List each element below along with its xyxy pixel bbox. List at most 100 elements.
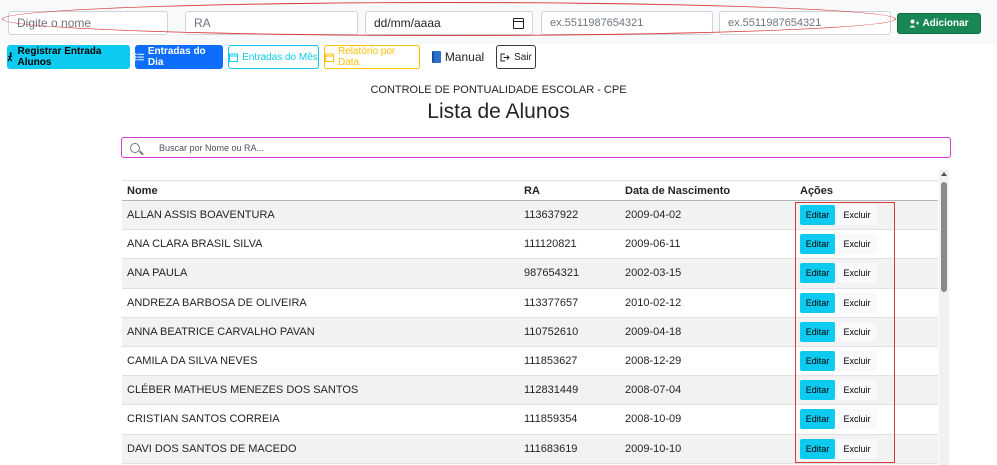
birthdate-placeholder: dd/mm/aaaa bbox=[374, 16, 441, 30]
month-entries-button[interactable]: Entradas do Mês bbox=[228, 45, 319, 69]
edit-button[interactable]: Editar bbox=[800, 263, 835, 284]
manual-label: Manual bbox=[444, 50, 485, 64]
month-entries-label: Entradas do Mês bbox=[242, 51, 318, 63]
cell-birthdate: 2010-02-12 bbox=[625, 296, 682, 309]
table-row: ALLAN ASSIS BOAVENTURA 113637922 2009-04-0… bbox=[122, 201, 938, 231]
table-row: ANA CLARA BRASIL SILVA 111120821 2009-06-1… bbox=[122, 230, 938, 260]
cell-birthdate: 2008-10-09 bbox=[625, 413, 682, 426]
student-form-bar: Digite o nome RA dd/mm/aaaa ex.551198765… bbox=[0, 0, 997, 44]
cell-ra: 113637922 bbox=[524, 209, 579, 222]
edit-button[interactable]: Editar bbox=[800, 321, 835, 342]
add-button[interactable]: Adicionar bbox=[897, 13, 981, 34]
ra-input[interactable]: RA bbox=[185, 11, 358, 35]
cell-birthdate: 2002-03-15 bbox=[625, 267, 682, 280]
cell-name: CAMILA DA SILVA NEVES bbox=[127, 355, 258, 368]
delete-button[interactable]: Excluir bbox=[837, 205, 877, 226]
cell-actions: Editar Excluir bbox=[795, 205, 938, 226]
table-row: CLÉBER MATHEUS MENEZES DOS SANTOS 1128314… bbox=[122, 376, 938, 406]
phone2-input[interactable]: ex.5511987654321 bbox=[719, 11, 891, 35]
calendar-icon bbox=[229, 53, 239, 62]
table-row: ANA PAULA 987654321 2002-03-15 Editar Exclui… bbox=[122, 259, 938, 289]
today-entries-button[interactable]: Entradas do Dia bbox=[135, 45, 223, 69]
cell-ra: 111859354 bbox=[524, 413, 578, 426]
register-entry-label: Registrar Entrada Alunos bbox=[17, 46, 102, 68]
edit-button[interactable]: Editar bbox=[800, 205, 835, 226]
report-by-date-label: Relatório por Data bbox=[337, 46, 396, 68]
delete-button[interactable]: Excluir bbox=[837, 380, 877, 401]
manual-button[interactable]: Manual bbox=[426, 45, 490, 69]
column-header-actions: Ações bbox=[800, 184, 834, 197]
table-row: ANDREZA BARBOSA DE OLIVEIRA 113377657 2010… bbox=[122, 289, 938, 318]
cell-actions: Editar Excluir bbox=[795, 234, 938, 255]
cell-actions: Editar Excluir bbox=[795, 438, 938, 459]
delete-button[interactable]: Excluir bbox=[837, 409, 877, 430]
person-plus-icon bbox=[909, 19, 920, 28]
cell-birthdate: 2008-12-29 bbox=[625, 355, 682, 368]
cell-name: ALLAN ASSIS BOAVENTURA bbox=[127, 209, 275, 222]
calendar-icon[interactable] bbox=[513, 17, 524, 29]
cell-actions: Editar Excluir bbox=[795, 351, 938, 372]
cell-name: ANDREZA BARBOSA DE OLIVEIRA bbox=[127, 296, 307, 309]
delete-button[interactable]: Excluir bbox=[837, 321, 877, 342]
delete-button[interactable]: Excluir bbox=[837, 438, 877, 459]
table-row: CRISTIAN SANTOS CORREIA 111859354 2008-10-… bbox=[122, 405, 938, 435]
phone1-input[interactable]: ex.5511987654321 bbox=[541, 11, 713, 35]
column-header-birthdate: Data de Nascimento bbox=[625, 184, 731, 197]
search-icon bbox=[130, 142, 140, 153]
scroll-thumb[interactable] bbox=[941, 182, 947, 292]
report-by-date-button[interactable]: Relatório por Data bbox=[324, 45, 420, 69]
logout-icon bbox=[500, 53, 510, 61]
cell-birthdate: 2008-07-04 bbox=[625, 384, 682, 397]
cell-name: ANA CLARA BRASIL SILVA bbox=[127, 238, 263, 251]
cell-name: ANNA BEATRICE CARVALHO PAVAN bbox=[127, 325, 315, 338]
scrollbar[interactable] bbox=[939, 170, 949, 465]
delete-button[interactable]: Excluir bbox=[837, 234, 877, 255]
cell-actions: Editar Excluir bbox=[795, 380, 938, 401]
edit-button[interactable]: Editar bbox=[800, 438, 835, 459]
list-icon bbox=[135, 53, 144, 61]
cell-ra: 113377657 bbox=[524, 296, 579, 309]
table-row: CAMILA DA SILVA NEVES 111853627 2008-12-29… bbox=[122, 347, 938, 377]
delete-button[interactable]: Excluir bbox=[837, 292, 877, 313]
app-subtitle: CONTROLE DE PONTUALIDADE ESCOLAR - CPE bbox=[370, 84, 627, 96]
phone2-placeholder: ex.5511987654321 bbox=[728, 17, 822, 29]
table-row: DAVI DOS SANTOS DE MACEDO 111683619 2009-1… bbox=[122, 434, 938, 464]
cell-actions: Editar Excluir bbox=[795, 321, 938, 342]
cell-ra: 111683619 bbox=[524, 442, 578, 455]
table-row: ANNA BEATRICE CARVALHO PAVAN 110752610 200… bbox=[122, 317, 938, 347]
ra-input-placeholder: RA bbox=[194, 16, 211, 30]
edit-button[interactable]: Editar bbox=[800, 380, 835, 401]
cell-name: CLÉBER MATHEUS MENEZES DOS SANTOS bbox=[127, 384, 359, 397]
cell-actions: Editar Excluir bbox=[795, 409, 938, 430]
cell-ra: 110752610 bbox=[524, 325, 579, 338]
cell-birthdate: 2009-04-18 bbox=[625, 325, 682, 338]
cell-actions: Editar Excluir bbox=[795, 263, 938, 284]
edit-button[interactable]: Editar bbox=[800, 234, 835, 255]
register-entry-button[interactable]: Registrar Entrada Alunos bbox=[7, 45, 130, 69]
exit-label: Sair bbox=[514, 51, 532, 63]
book-icon bbox=[431, 51, 441, 63]
students-table: Nome RA Data de Nascimento Ações ALLAN A… bbox=[122, 180, 938, 464]
column-header-ra: RA bbox=[524, 184, 540, 197]
edit-button[interactable]: Editar bbox=[800, 409, 835, 430]
search-input[interactable]: Buscar por Nome ou RA... bbox=[121, 137, 951, 158]
delete-button[interactable]: Excluir bbox=[837, 263, 877, 284]
edit-button[interactable]: Editar bbox=[800, 292, 835, 313]
column-header-name: Nome bbox=[127, 184, 158, 197]
walking-person-icon bbox=[7, 52, 13, 62]
cell-ra: 987654321 bbox=[524, 267, 580, 280]
exit-button[interactable]: Sair bbox=[496, 45, 536, 69]
name-input-placeholder: Digite o nome bbox=[17, 16, 92, 30]
delete-button[interactable]: Excluir bbox=[837, 351, 877, 372]
edit-button[interactable]: Editar bbox=[800, 351, 835, 372]
today-entries-label: Entradas do Dia bbox=[147, 46, 206, 68]
birthdate-input[interactable]: dd/mm/aaaa bbox=[365, 11, 533, 35]
cell-birthdate: 2009-06-11 bbox=[625, 238, 681, 251]
page-title: Lista de Alunos bbox=[427, 100, 570, 123]
add-button-label: Adicionar bbox=[922, 18, 969, 29]
cell-name: DAVI DOS SANTOS DE MACEDO bbox=[127, 442, 297, 455]
name-input[interactable]: Digite o nome bbox=[8, 11, 168, 35]
cell-birthdate: 2009-04-02 bbox=[625, 209, 682, 222]
cell-ra: 111853627 bbox=[524, 355, 578, 368]
scroll-up-arrow-icon[interactable] bbox=[941, 172, 947, 176]
